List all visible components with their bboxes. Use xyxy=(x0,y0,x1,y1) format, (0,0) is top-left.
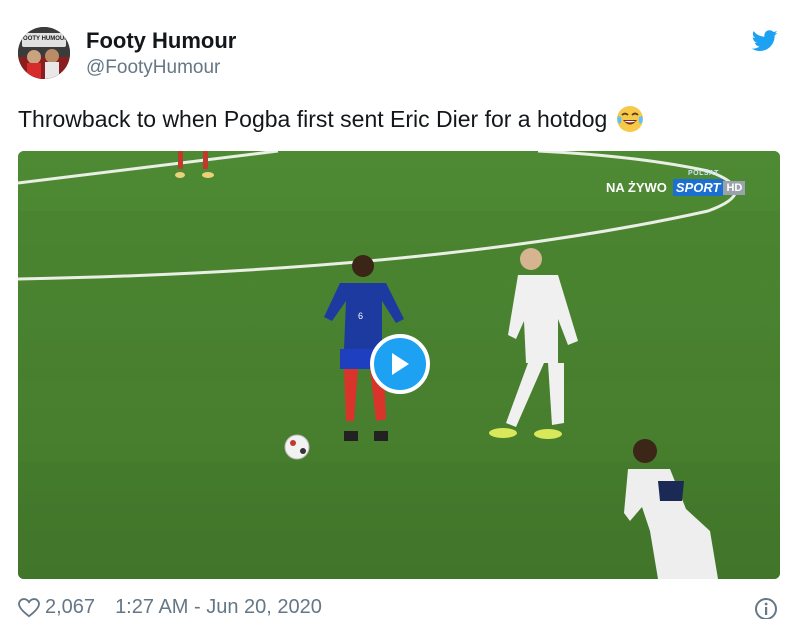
broadcast-live-label: NA ŻYWO xyxy=(606,180,667,195)
display-name[interactable]: Footy Humour xyxy=(86,28,236,54)
twitter-bird-icon[interactable] xyxy=(752,30,778,52)
tweet-footer: 2,067 1:27 AM - Jun 20, 2020 xyxy=(18,596,322,619)
video-player[interactable]: 6 POLSAT NA ŻYWO SPORT HD xyxy=(18,151,780,579)
tweet-text: Throwback to when Pogba first sent Eric … xyxy=(18,104,645,134)
user-handle[interactable]: @FootyHumour xyxy=(86,57,220,79)
avatar-image: FOOTY HUMOUR xyxy=(18,27,70,79)
tweet-text-body: Throwback to when Pogba first sent Eric … xyxy=(18,105,608,132)
jersey-number: 6 xyxy=(358,311,363,321)
broadcast-hd: HD xyxy=(723,180,746,195)
heart-icon[interactable] xyxy=(18,597,40,618)
like-count[interactable]: 2,067 xyxy=(45,596,95,619)
broadcast-channel: SPORT xyxy=(672,179,724,196)
avatar[interactable]: FOOTY HUMOUR xyxy=(18,27,70,79)
info-icon[interactable] xyxy=(754,597,778,619)
avatar-logo-text: FOOTY HUMOUR xyxy=(19,36,69,42)
broadcast-brand: POLSAT xyxy=(688,170,719,177)
play-icon xyxy=(392,353,409,375)
tweet-card: FOOTY HUMOUR Footy Humour @FootyHumour T… xyxy=(0,0,804,619)
broadcast-overlay: POLSAT NA ŻYWO SPORT HD xyxy=(606,170,746,196)
play-button[interactable] xyxy=(370,334,430,394)
face-with-tears-of-joy-icon xyxy=(617,106,644,132)
timestamp[interactable]: 1:27 AM - Jun 20, 2020 xyxy=(115,596,322,619)
